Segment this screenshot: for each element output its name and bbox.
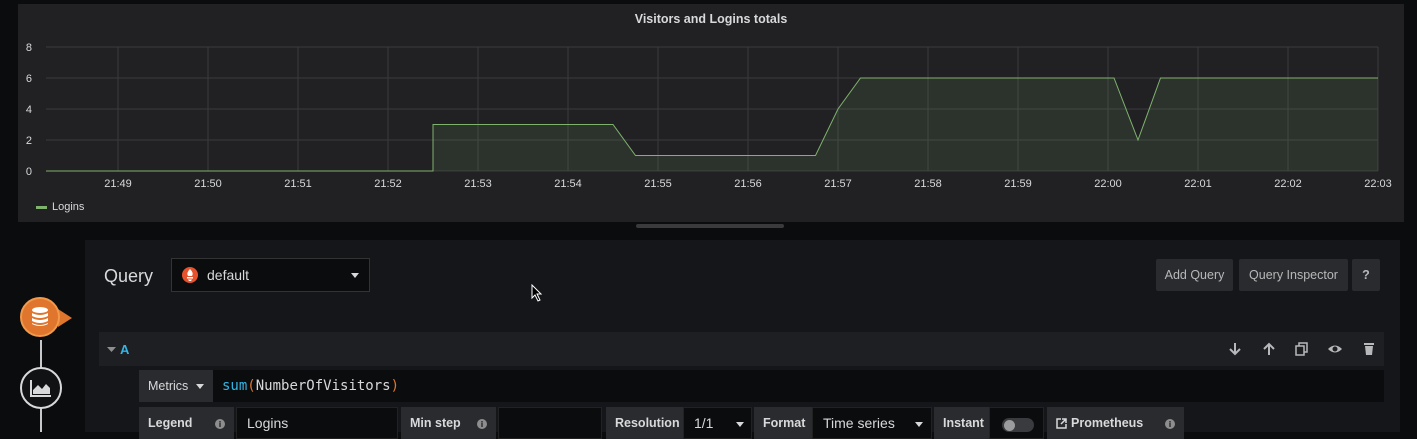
format-value: Time series [823,415,895,431]
legend-item-logins[interactable]: Logins [36,201,84,213]
graph-panel: Visitors and Logins totals 0 2 4 6 8 21:49 21:… [18,4,1404,222]
trash-icon[interactable] [1361,341,1377,357]
y-tick-label: 4 [26,104,32,116]
x-tick-label: 21:52 [374,178,402,190]
legend-label: Logins [52,201,85,213]
series-area-logins [46,78,1378,171]
datasource-picker[interactable]: default [171,258,370,292]
legend-format-label-text: Legend [148,416,193,430]
query-row-toggle[interactable]: A [107,342,129,357]
x-tick-label: 21:57 [824,178,852,190]
datasource-name: default [207,267,250,283]
y-tick-label: 0 [26,166,32,178]
x-tick-label: 21:50 [194,178,222,190]
instant-label: Instant [934,407,989,439]
toggle-knob [1004,420,1015,431]
x-tick-label: 21:49 [104,178,132,190]
query-inspector-button[interactable]: Query Inspector [1239,259,1348,291]
move-down-icon[interactable] [1227,341,1243,357]
x-tick-label: 21:53 [464,178,492,190]
x-tick-label: 22:01 [1184,178,1212,190]
legend-format-input[interactable]: Logins [236,407,398,439]
move-up-icon[interactable] [1261,341,1277,357]
prometheus-link[interactable]: Prometheus [1047,407,1184,439]
format-label: Format [754,407,812,439]
instant-label-text: Instant [943,416,984,430]
query-ref-id: A [120,342,130,357]
chevron-down-icon [351,273,359,278]
query-section-title: Query [104,266,154,286]
x-tick-label: 21:51 [284,178,312,190]
legend-swatch [36,205,47,209]
eye-icon[interactable] [1327,341,1343,357]
x-tick-label: 21:55 [644,178,672,190]
y-tick-label: 8 [26,42,32,54]
chevron-down-icon [736,422,744,427]
x-tick-label: 22:02 [1274,178,1302,190]
x-tick-label: 22:00 [1094,178,1122,190]
caret-down-icon [107,347,116,352]
prometheus-link-text: Prometheus [1071,416,1144,430]
expr-open-paren: ( [247,378,256,394]
help-button[interactable]: ? [1352,259,1380,291]
chevron-down-icon [915,422,923,427]
x-tick-label: 21:56 [734,178,762,190]
x-tick-label: 21:58 [914,178,942,190]
instant-toggle[interactable] [1002,418,1034,432]
resolution-value: 1/1 [694,415,714,431]
metrics-dropdown-button[interactable]: Metrics [139,370,213,402]
add-query-button[interactable]: Add Query [1156,259,1233,291]
resolution-label: Resolution [606,407,683,439]
format-label-text: Format [763,416,806,430]
min-step-label-text: Min step [410,416,461,430]
info-icon[interactable]: i [477,419,487,429]
prometheus-icon [182,267,198,283]
mouse-cursor-icon [531,284,543,302]
metrics-label: Metrics [148,379,189,393]
x-tick-label: 21:54 [554,178,582,190]
query-row-header[interactable] [99,332,1384,366]
y-tick-label: 6 [26,73,32,85]
y-tick-label: 2 [26,135,32,147]
expr-function: sum [222,378,248,394]
info-icon[interactable]: i [1165,419,1175,429]
format-select[interactable]: Time series [812,407,932,439]
promql-expression-input[interactable]: sum(NumberOfVisitors) [213,370,1384,402]
duplicate-icon[interactable] [1294,341,1310,357]
info-icon[interactable]: i [215,419,225,429]
x-tick-label: 21:59 [1004,178,1032,190]
expr-metric: NumberOfVisitors [255,378,391,394]
rail-active-pointer [58,309,72,327]
resolution-label-text: Resolution [615,416,680,430]
chart: 0 2 4 6 8 21:49 21:50 21:51 21:52 21:53 21:54 21:55… [26,42,1392,190]
database-icon [32,307,48,326]
queries-tab-button[interactable] [20,297,60,337]
min-step-input[interactable] [498,407,602,439]
x-tick-label: 22:03 [1364,178,1392,190]
visualization-tab-button[interactable] [20,367,62,409]
expr-close-paren: ) [390,378,400,394]
chevron-down-icon [196,383,205,389]
external-link-icon [1056,417,1067,429]
panel-resize-handle[interactable] [636,224,784,228]
area-chart-icon [30,380,51,397]
resolution-select[interactable]: 1/1 [683,407,752,439]
